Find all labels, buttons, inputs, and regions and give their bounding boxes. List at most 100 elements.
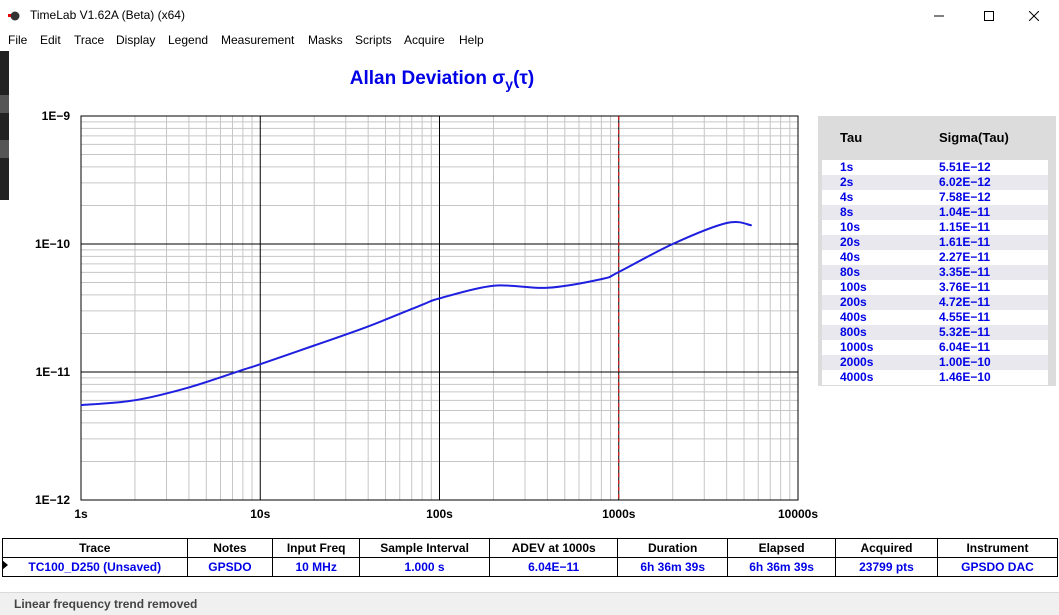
tau-value: 8s — [840, 205, 854, 219]
y-tick-label: 1E−12 — [35, 493, 70, 507]
col-trace: Trace — [2, 538, 188, 558]
adev-data-point — [750, 224, 753, 226]
tau-sigma-row: 200s 4.72E−11 — [822, 295, 1048, 310]
sigma-value: 2.27E−11 — [939, 250, 991, 264]
chart-title-text: Allan Deviation σ — [349, 68, 506, 89]
menu-display[interactable]: Display — [116, 33, 155, 47]
sigma-value: 5.51E−12 — [939, 160, 991, 174]
adev-data-point — [242, 369, 244, 371]
sample-interval-cell[interactable]: 1.000 s — [359, 557, 491, 577]
minimize-icon — [934, 15, 944, 16]
adev-data-point — [313, 344, 315, 347]
tau-value: 20s — [840, 235, 861, 249]
adev-data-point — [188, 386, 190, 389]
notes-cell[interactable]: GPSDO — [186, 557, 274, 577]
tau-sigma-row: 8s 1.04E−11 — [822, 205, 1048, 220]
x-tick-label: 10000s — [778, 507, 818, 521]
tau-sigma-row: 400s 4.55E−11 — [822, 310, 1048, 325]
sigma-value: 7.58E−12 — [939, 190, 991, 204]
col-elapsed: Elapsed — [727, 538, 837, 558]
maximize-icon — [984, 10, 994, 21]
col-notes: Notes — [186, 538, 274, 558]
tau-value: 2000s — [840, 355, 874, 369]
sigma-value: 1.00E−10 — [939, 355, 991, 369]
sigma-value: 6.02E−12 — [939, 175, 991, 189]
adev-data-point — [618, 271, 620, 273]
tau-sigma-row: 1s 5.51E−12 — [822, 160, 1048, 175]
trace-info-table: Trace Notes Input Freq Sample Interval A… — [0, 538, 1059, 578]
app-icon — [8, 11, 20, 21]
minimize-button[interactable] — [916, 0, 962, 31]
adev-data-point — [367, 325, 369, 328]
menu-edit[interactable]: Edit — [40, 33, 61, 47]
sigma-value: 4.55E−11 — [939, 310, 991, 324]
sigma-value: 5.32E−11 — [939, 325, 991, 339]
tau-sigma-row: 2s 6.02E−12 — [822, 175, 1048, 190]
input-freq-cell[interactable]: 10 MHz — [272, 557, 361, 577]
maximize-button[interactable] — [966, 0, 1012, 31]
duration-cell[interactable]: 6h 36m 39s — [617, 557, 729, 577]
chart-title-sub: y — [505, 75, 514, 92]
tau-sigma-row: 40s 2.27E−11 — [822, 250, 1048, 265]
menu-trace[interactable]: Trace — [74, 33, 104, 47]
menu-measurement[interactable]: Measurement — [221, 33, 294, 47]
trace-row[interactable]: TC100_D250 (Unsaved) GPSDO 10 MHz 1.000 … — [2, 557, 1059, 577]
menu-bar: File Edit Trace Display Legend Measureme… — [0, 31, 1059, 51]
sigma-value: 3.35E−11 — [939, 265, 991, 279]
menu-help[interactable]: Help — [459, 33, 484, 47]
tau-sigma-row: 80s 3.35E−11 — [822, 265, 1048, 280]
menu-acquire[interactable]: Acquire — [404, 33, 445, 47]
adev-data-point — [80, 404, 82, 406]
col-adev: ADEV at 1000s — [489, 538, 619, 558]
tau-value: 100s — [840, 280, 867, 294]
adev-data-point — [421, 304, 423, 306]
x-tick-label: 100s — [426, 507, 453, 521]
sigma-value: 1.61E−11 — [939, 235, 991, 249]
acquired-cell[interactable]: 23799 pts — [835, 557, 938, 577]
tau-sigma-table: Tau Sigma(Tau) 1s 5.51E−12 2s 6.02E−12 4s 7.5… — [818, 116, 1056, 386]
sigma-value: 6.04E−11 — [939, 340, 991, 354]
adev-plot[interactable]: 1s 10s 100s 1000s 10000s 1E−9 1E−10 1E−11 1E−12 — [0, 100, 830, 525]
tau-value: 80s — [840, 265, 861, 279]
col-duration: Duration — [617, 538, 729, 558]
y-tick-label: 1E−10 — [35, 237, 70, 251]
adev-data-point — [546, 287, 549, 289]
elapsed-cell[interactable]: 6h 36m 39s — [727, 557, 837, 577]
trace-name-cell[interactable]: TC100_D250 (Unsaved) — [2, 557, 188, 577]
col-instrument: Instrument — [936, 538, 1059, 558]
x-tick-label: 1s — [74, 507, 88, 521]
x-tick-label: 1000s — [602, 507, 636, 521]
adev-cell[interactable]: 6.04E−11 — [489, 557, 619, 577]
col-sample-interval: Sample Interval — [359, 538, 491, 558]
menu-scripts[interactable]: Scripts — [355, 33, 392, 47]
tau-sigma-row: 10s 1.15E−11 — [822, 220, 1048, 235]
tau-sigma-row: 4s 7.58E−12 — [822, 190, 1048, 205]
tau-value: 1000s — [840, 340, 874, 354]
adev-data-point — [259, 363, 261, 365]
y-tick-label: 1E−9 — [42, 109, 71, 123]
menu-legend[interactable]: Legend — [168, 33, 208, 47]
adev-data-point — [134, 399, 136, 401]
status-text: Linear frequency trend removed — [14, 597, 198, 611]
tau-value: 4000s — [840, 370, 874, 384]
tau-sigma-row: 800s 5.32E−11 — [822, 325, 1048, 340]
tau-sigma-row: 20s 1.61E−11 — [822, 235, 1048, 250]
title-bar: TimeLab V1.62A (Beta) (x64) — [0, 0, 1059, 31]
adev-data-point — [600, 278, 602, 280]
tau-sigma-row: 1000s 6.04E−11 — [822, 340, 1048, 355]
tau-value: 200s — [840, 295, 867, 309]
menu-file[interactable]: File — [8, 33, 27, 47]
tau-value: 1s — [840, 160, 854, 174]
y-tick-label: 1E−11 — [36, 365, 71, 379]
tau-value: 400s — [840, 310, 867, 324]
sigma-header: Sigma(Tau) — [939, 130, 1009, 145]
tau-sigma-row: 4000s 1.46E−10 — [822, 370, 1048, 385]
tau-value: 10s — [840, 220, 861, 234]
tau-value: 4s — [840, 190, 854, 204]
menu-masks[interactable]: Masks — [308, 33, 343, 47]
instrument-cell[interactable]: GPSDO DAC — [936, 557, 1059, 577]
close-button[interactable] — [1011, 0, 1057, 31]
tau-value: 2s — [840, 175, 854, 189]
selected-row-marker-icon — [2, 560, 8, 570]
tau-value: 40s — [840, 250, 861, 264]
